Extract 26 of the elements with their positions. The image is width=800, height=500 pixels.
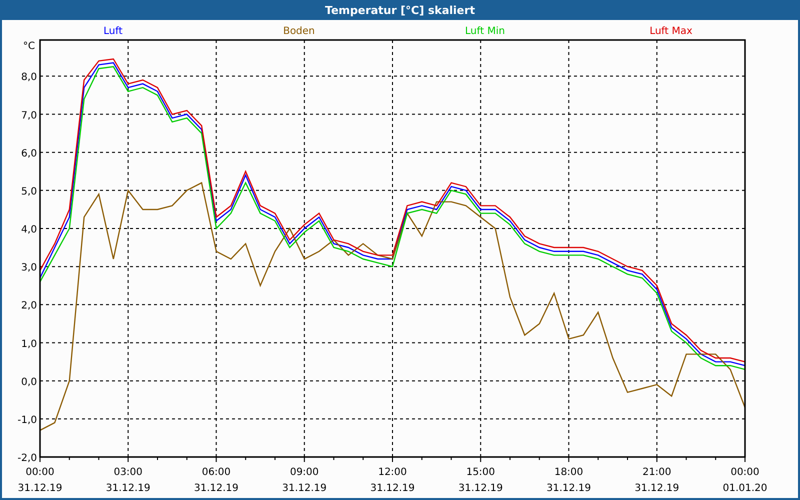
legend-label: Boden (283, 26, 315, 37)
x-tick-label: 21:00 31.12.19 (634, 467, 680, 494)
y-tick-label: -1,0 (17, 414, 37, 426)
x-tick-label: 15:00 31.12.19 (458, 467, 503, 494)
y-tick-label: 5,0 (21, 186, 37, 198)
y-axis-label: °C (23, 41, 35, 52)
window-title: Temperatur [°C] skaliert (325, 4, 475, 16)
legend-label: Luft (104, 26, 122, 37)
x-tick-label: 06:00 31.12.19 (194, 467, 239, 494)
x-tick-label: 12:00 31.12.19 (370, 467, 415, 494)
y-tick-label: 0,0 (21, 376, 37, 388)
y-tick-label: 2,0 (21, 300, 37, 312)
y-tick-label: -2,0 (17, 453, 37, 464)
legend-label: Luft Max (650, 26, 692, 37)
x-tick-label: 00:00 31.12.19 (18, 467, 62, 494)
legend-label: Luft Min (465, 26, 505, 37)
x-tick-label: 03:00 31.12.19 (106, 467, 150, 494)
x-tick-label: 09:00 31.12.19 (282, 467, 327, 494)
y-tick-label: 8,0 (21, 72, 37, 84)
x-tick-label: 18:00 31.12.19 (546, 467, 592, 494)
x-tick-label: 00:00 01.01.20 (722, 467, 768, 494)
y-tick-label: 3,0 (21, 262, 37, 274)
y-tick-label: 1,0 (21, 338, 37, 350)
y-tick-label: 7,0 (21, 110, 37, 122)
y-tick-label: 6,0 (21, 148, 37, 160)
y-tick-label: 4,0 (21, 224, 37, 236)
